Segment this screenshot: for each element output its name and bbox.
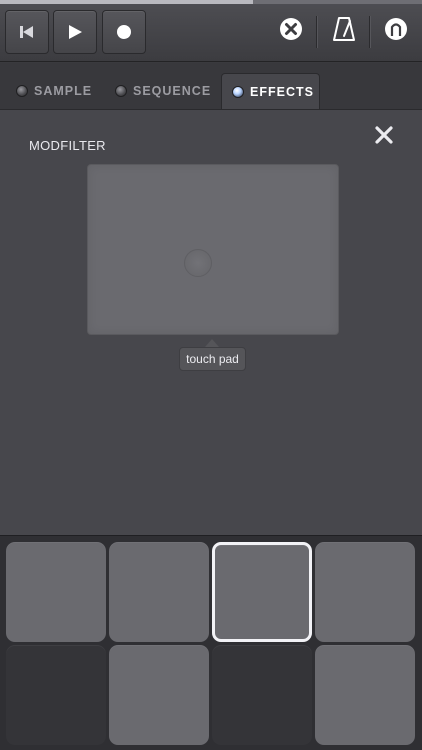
pad-7[interactable]	[212, 645, 312, 745]
touch-point[interactable]	[184, 249, 212, 277]
led-icon	[115, 85, 127, 97]
pad-5[interactable]	[6, 645, 106, 745]
pad-1[interactable]	[6, 542, 106, 642]
effects-panel: MODFILTER touch pad	[0, 109, 422, 535]
effect-title: MODFILTER	[29, 138, 106, 153]
pad-4[interactable]	[315, 542, 415, 642]
tab-bar: SAMPLE SEQUENCE EFFECTS	[0, 63, 422, 109]
toolbar-divider	[316, 16, 317, 48]
tab-label: SEQUENCE	[133, 84, 212, 98]
pad-8[interactable]	[315, 645, 415, 745]
tab-label: EFFECTS	[250, 84, 314, 99]
pad-2[interactable]	[109, 542, 209, 642]
pad-6[interactable]	[109, 645, 209, 745]
transport-toolbar	[0, 4, 422, 62]
tab-label: SAMPLE	[34, 84, 93, 98]
close-effect-button[interactable]	[370, 123, 398, 151]
metronome-icon	[332, 16, 356, 47]
touch-pad[interactable]	[87, 164, 339, 335]
led-icon	[16, 85, 28, 97]
toolbar-divider	[369, 16, 370, 48]
play-icon	[66, 23, 84, 41]
knob-icon	[383, 16, 409, 47]
clear-circle-x-icon	[278, 16, 304, 47]
knob-button[interactable]	[381, 16, 411, 46]
pad-3[interactable]	[212, 542, 312, 642]
tab-sequence[interactable]: SEQUENCE	[105, 73, 211, 109]
play-button[interactable]	[53, 10, 97, 54]
tab-effects[interactable]: EFFECTS	[221, 73, 320, 109]
touch-pad-tooltip: touch pad	[179, 347, 246, 371]
app-root: SAMPLE SEQUENCE EFFECTS MODFILTER touch …	[0, 0, 422, 750]
tab-sample[interactable]: SAMPLE	[6, 73, 92, 109]
skip-back-icon	[18, 23, 36, 41]
clear-button[interactable]	[276, 16, 306, 46]
rewind-button[interactable]	[5, 10, 49, 54]
tooltip-arrow	[205, 339, 219, 347]
metronome-button[interactable]	[329, 16, 359, 46]
close-icon	[374, 125, 394, 150]
record-icon	[115, 23, 133, 41]
pad-grid	[0, 535, 422, 750]
led-icon	[232, 85, 244, 98]
record-button[interactable]	[102, 10, 146, 54]
